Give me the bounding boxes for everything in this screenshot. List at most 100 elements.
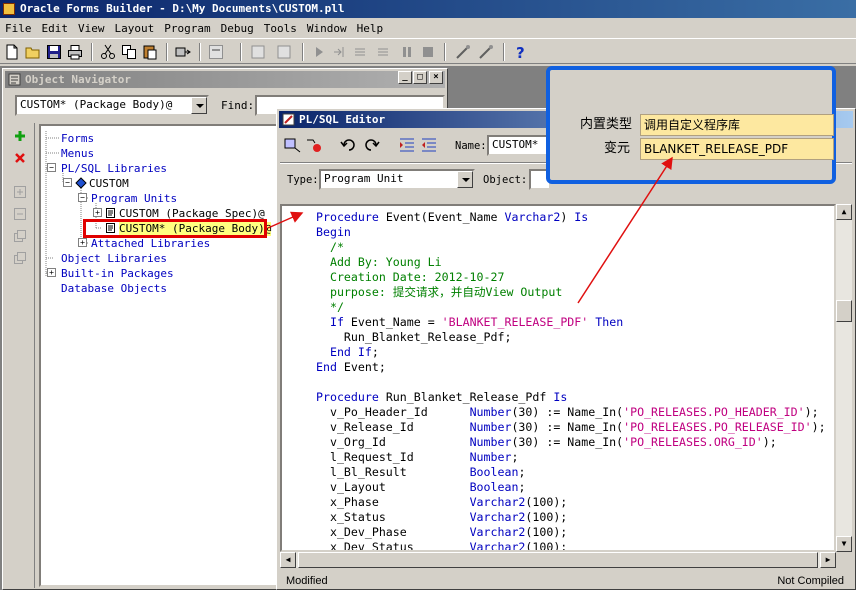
minimize-button[interactable]: _ xyxy=(398,71,412,84)
tree-node-attached-libraries[interactable]: Attached Libraries xyxy=(91,237,210,251)
code-line: l_Bl_Result Boolean; xyxy=(316,465,525,480)
menu-edit[interactable]: Edit xyxy=(37,19,74,38)
undo-icon[interactable] xyxy=(340,136,358,154)
debug-step-icon[interactable] xyxy=(276,44,292,60)
save-icon[interactable] xyxy=(46,44,62,60)
indent-icon[interactable] xyxy=(398,136,416,154)
step-over-icon[interactable] xyxy=(353,44,369,60)
tree-node-custom[interactable]: CUSTOM xyxy=(89,177,129,191)
pause-icon[interactable] xyxy=(399,44,415,60)
unindent-icon[interactable] xyxy=(420,136,438,154)
tree-node-database-objects[interactable]: Database Objects xyxy=(61,282,167,296)
expand-toggle-icon[interactable]: + xyxy=(93,208,102,217)
builtin-type-field[interactable]: 调用自定义程序库 xyxy=(640,114,834,136)
collapse-toggle-icon[interactable]: − xyxy=(47,163,56,172)
collapse-all-icon[interactable] xyxy=(13,251,27,265)
object-selector-combo[interactable]: CUSTOM* (Package Body)@ xyxy=(15,95,209,116)
open-icon[interactable] xyxy=(25,44,41,60)
compile-icon[interactable] xyxy=(284,136,302,154)
expand-toggle-icon[interactable]: + xyxy=(47,268,56,277)
collapse-toggle-icon[interactable]: − xyxy=(63,178,72,187)
menu-view[interactable]: View xyxy=(73,19,110,38)
dropdown-arrow-icon[interactable] xyxy=(457,171,473,188)
code-token: (100); xyxy=(525,540,568,552)
menu-program[interactable]: Program xyxy=(159,19,215,38)
menu-file[interactable]: File xyxy=(0,19,37,38)
menu-window[interactable]: Window xyxy=(302,19,352,38)
code-token: l_Bl_Result xyxy=(316,465,470,479)
close-button[interactable]: × xyxy=(429,71,443,84)
code-token: ; xyxy=(511,450,519,464)
code-token: v_Release_Id xyxy=(316,420,470,434)
revert-icon[interactable] xyxy=(305,136,323,154)
object-navigator-title-bar[interactable]: Object Navigator xyxy=(5,71,445,88)
tree-node-object-libraries[interactable]: Object Libraries xyxy=(61,252,167,266)
scroll-right-icon[interactable]: ▶ xyxy=(820,552,836,568)
code-line: Run_Blanket_Release_Pdf; xyxy=(316,330,512,345)
code-line: v_Po_Header_Id Number(30) := Name_In('PO… xyxy=(316,405,819,420)
menu-debug[interactable]: Debug xyxy=(216,19,259,38)
editor-icon xyxy=(282,113,295,126)
copy-icon[interactable] xyxy=(121,44,137,60)
menu-tools[interactable]: Tools xyxy=(259,19,302,38)
variable-value: BLANKET_RELEASE_PDF xyxy=(644,142,789,156)
step-out-icon[interactable] xyxy=(376,44,392,60)
tree-node-plsql-libraries[interactable]: PL/SQL Libraries xyxy=(61,162,167,176)
code-editor[interactable]: Procedure Event(Event_Name Varchar2) Is B… xyxy=(280,204,836,552)
stop-icon[interactable] xyxy=(420,44,436,60)
debug-icon[interactable] xyxy=(250,44,266,60)
scroll-up-icon[interactable]: ▲ xyxy=(836,204,852,220)
status-compiled: Not Compiled xyxy=(777,575,844,587)
variable-field[interactable]: BLANKET_RELEASE_PDF xyxy=(640,138,834,160)
code-token: v_Org_Id xyxy=(316,435,470,449)
code-line: */ xyxy=(316,300,344,315)
menu-help[interactable]: Help xyxy=(352,19,389,38)
scroll-down-icon[interactable]: ▼ xyxy=(836,536,852,552)
tree-node-forms[interactable]: Forms xyxy=(61,132,94,146)
wizard-icon[interactable] xyxy=(455,44,471,60)
code-line: Procedure Event(Event_Name Varchar2) Is xyxy=(316,210,588,225)
tree-node-menus[interactable]: Menus xyxy=(61,147,94,161)
new-icon[interactable] xyxy=(4,44,20,60)
horizontal-scrollbar[interactable]: ◀ ▶ xyxy=(280,552,836,568)
help-icon[interactable]: ? xyxy=(512,44,528,60)
code-line: x_Dev_Status Varchar2(100); xyxy=(316,540,568,552)
create-icon[interactable] xyxy=(13,129,27,143)
expand-all-icon[interactable] xyxy=(13,229,27,243)
step-into-icon[interactable] xyxy=(332,44,348,60)
vertical-scrollbar[interactable]: ▲ ▼ xyxy=(836,204,852,552)
cut-icon[interactable] xyxy=(100,44,116,60)
menu-layout[interactable]: Layout xyxy=(110,19,160,38)
code-token: */ xyxy=(316,300,344,314)
scroll-thumb-horizontal[interactable] xyxy=(298,552,818,568)
collapse-toggle-icon[interactable]: − xyxy=(78,193,87,202)
code-token: Varchar2 xyxy=(469,510,526,524)
paste-icon[interactable] xyxy=(142,44,158,60)
code-line: Procedure Run_Blanket_Release_Pdf Is xyxy=(316,390,567,405)
run-form-icon[interactable] xyxy=(208,44,224,60)
tree-node-builtin-packages[interactable]: Built-in Packages xyxy=(61,267,174,281)
compile-icon[interactable] xyxy=(175,44,191,60)
redo-icon[interactable] xyxy=(362,136,380,154)
go-icon[interactable] xyxy=(311,44,327,60)
type-label: Type: xyxy=(287,174,319,186)
type-combo[interactable]: Program Unit xyxy=(319,169,475,190)
maximize-button[interactable]: □ xyxy=(413,71,427,84)
main-toolbar: ? xyxy=(0,38,856,64)
code-token: Varchar2 xyxy=(469,525,526,539)
dropdown-arrow-icon[interactable] xyxy=(191,97,207,114)
print-icon[interactable] xyxy=(67,44,83,60)
name-combo-value: CUSTOM* ( xyxy=(492,138,552,151)
scroll-thumb[interactable] xyxy=(836,300,852,322)
delete-icon[interactable] xyxy=(13,151,27,165)
expand-toggle-icon[interactable]: + xyxy=(78,238,87,247)
scroll-left-icon[interactable]: ◀ xyxy=(280,552,296,568)
builtin-type-value: 调用自定义程序库 xyxy=(644,118,741,132)
tree-node-program-units[interactable]: Program Units xyxy=(91,192,177,206)
code-token: Event; xyxy=(343,360,386,374)
code-token: Add By: Young Li xyxy=(316,255,442,269)
expand-icon[interactable] xyxy=(13,185,27,199)
layout-wizard-icon[interactable] xyxy=(478,44,494,60)
collapse-icon[interactable] xyxy=(13,207,27,221)
builtin-type-label: 内置类型 xyxy=(580,117,633,132)
